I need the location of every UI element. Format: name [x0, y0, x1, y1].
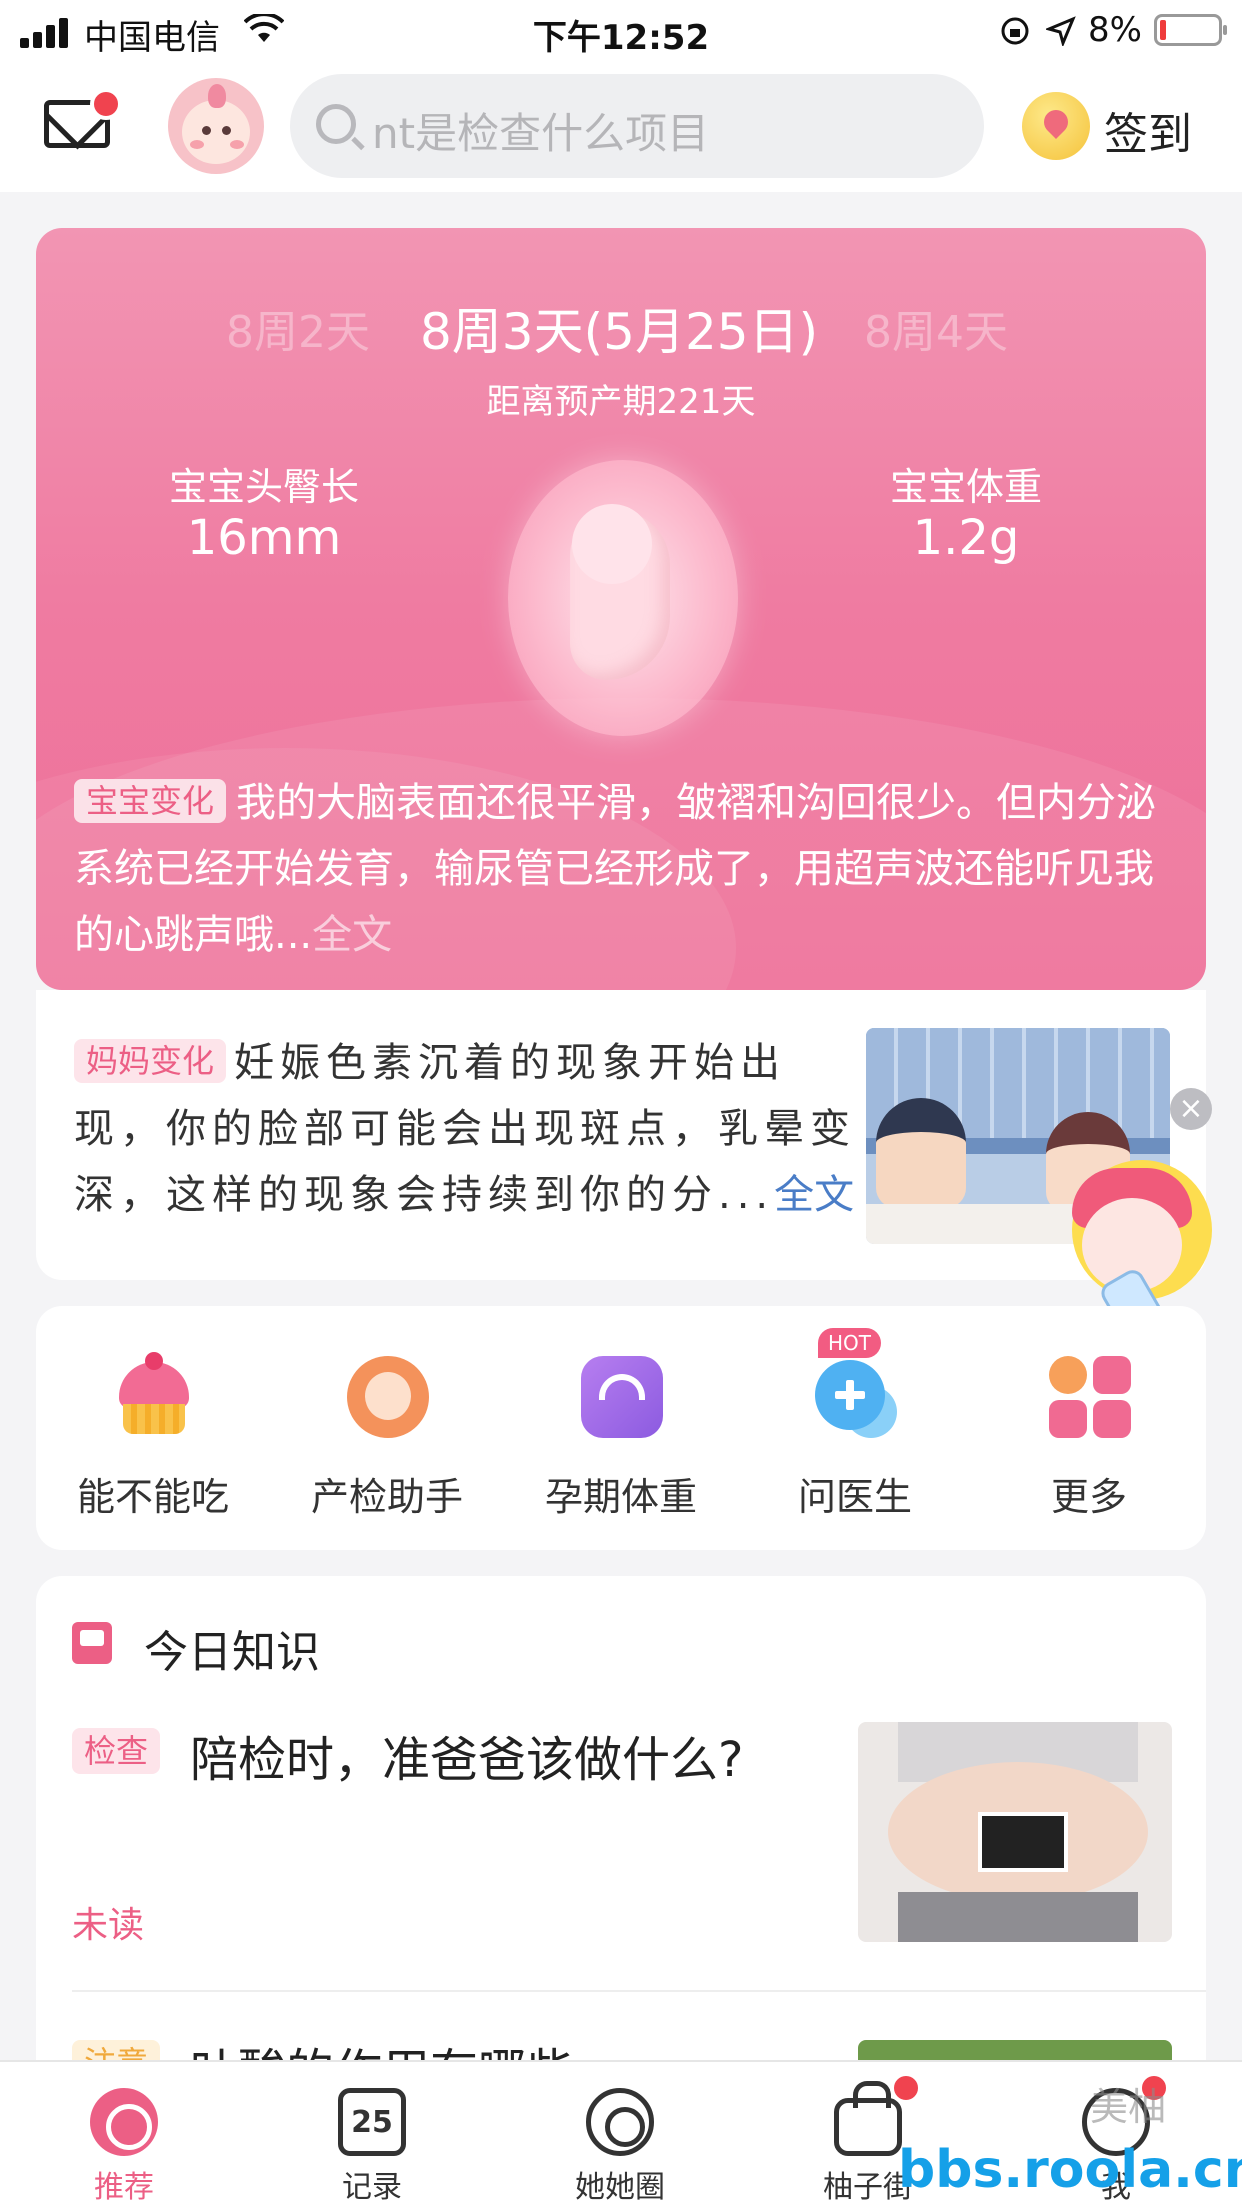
tool-label: 孕期体重: [544, 1475, 697, 1519]
tab-label: 推荐: [94, 2170, 154, 2205]
baby-change-tag: 宝宝变化: [74, 779, 227, 823]
cupcake-icon: [113, 1352, 195, 1438]
ask-doctor-icon: [815, 1356, 897, 1438]
weight-label: 宝宝体重: [889, 465, 1042, 509]
quick-tools: 能不能吃 产检助手 孕期体重 问医生 更多: [36, 1306, 1206, 1550]
tool-more[interactable]: 更多: [972, 1306, 1206, 1550]
baby-progress-card: 8周2天 8周3天(5月25日) 8周4天 距离预产期221天 宝宝头臀长 16…: [36, 228, 1206, 990]
due-countdown: 距离预产期221天: [486, 382, 756, 422]
article-status: 未读: [72, 1905, 145, 1946]
calendar-icon: 25: [338, 2088, 406, 2156]
grapefruit-icon: [90, 2088, 158, 2156]
tab-recommend[interactable]: 推荐: [0, 2062, 248, 2208]
close-icon[interactable]: ×: [1170, 1088, 1212, 1130]
mail-badge: [90, 88, 122, 120]
scale-icon: [581, 1356, 663, 1438]
shop-badge: [890, 2072, 922, 2104]
checkin-icon[interactable]: [1022, 92, 1090, 160]
tab-label: 她她圈: [575, 2170, 665, 2205]
tool-can-eat[interactable]: 能不能吃: [36, 1306, 270, 1550]
prenatal-check-icon: [347, 1356, 429, 1438]
tool-weight[interactable]: 孕期体重: [504, 1306, 738, 1550]
battery-icon: [1154, 14, 1227, 46]
week-next[interactable]: 8周4天: [864, 296, 1008, 360]
search-input[interactable]: nt是检查什么项目: [290, 74, 984, 178]
community-icon: [586, 2088, 654, 2156]
rotation-lock-icon: [1001, 17, 1029, 45]
shopping-bag-icon: [834, 2081, 902, 2156]
article-tag: 检查: [72, 1728, 161, 1774]
battery-percent: 8%: [1088, 10, 1142, 50]
watermark-brand: 美柚: [1090, 2085, 1167, 2129]
divider: [72, 1990, 1206, 1992]
embryo-illustration[interactable]: [508, 460, 738, 736]
tool-label: 更多: [1050, 1475, 1127, 1519]
tool-label: 能不能吃: [76, 1475, 229, 1519]
article-thumbnail[interactable]: [858, 1722, 1172, 1942]
tool-prenatal-check[interactable]: 产检助手: [270, 1306, 504, 1550]
tab-circle[interactable]: 她她圈: [496, 2062, 744, 2208]
weight-value: 1.2g: [912, 510, 1020, 566]
mom-change-text[interactable]: 妈妈变化 妊娠色素沉着的现象开始出现，你的脸部可能会出现斑点，乳晕变深，这样的现象…: [74, 1030, 874, 1228]
avatar[interactable]: [168, 78, 264, 174]
mom-change-more-link[interactable]: 全文: [774, 1172, 854, 1218]
baby-change-text[interactable]: 宝宝变化 我的大脑表面还很平滑，皱褶和沟回很少。但内分泌系统已经开始发育，输尿管已…: [74, 770, 1174, 968]
section-title: 今日知识: [144, 1627, 320, 1678]
length-label: 宝宝头臀长: [168, 465, 359, 509]
more-grid-icon: [1049, 1356, 1131, 1438]
status-bar: 中国电信 下午12:52 8%: [0, 0, 1242, 62]
watermark-site: bbs.roola.cn: [898, 2140, 1242, 2200]
tool-label: 产检助手: [310, 1475, 463, 1519]
location-icon: [1046, 16, 1076, 46]
tool-label: 问医生: [797, 1475, 912, 1519]
baby-change-body: 我的大脑表面还很平滑，皱褶和沟回很少。但内分泌系统已经开始发育，输尿管已经形成了…: [74, 780, 1157, 958]
hot-badge: HOT: [818, 1328, 881, 1358]
article-title[interactable]: 陪检时，准爸爸该做什么?: [190, 1720, 743, 1790]
book-icon: [72, 1622, 112, 1664]
tab-label: 记录: [342, 2170, 402, 2205]
length-value: 16mm: [186, 510, 342, 566]
mom-change-tag: 妈妈变化: [74, 1039, 227, 1083]
search-icon: [316, 104, 356, 144]
baby-change-more-link[interactable]: 全文: [312, 912, 392, 958]
checkin-button[interactable]: 签到: [1104, 98, 1192, 162]
tab-record[interactable]: 25 记录: [248, 2062, 496, 2208]
week-prev[interactable]: 8周2天: [226, 296, 370, 360]
search-placeholder: nt是检查什么项目: [372, 109, 710, 158]
week-current: 8周3天(5月25日): [420, 303, 819, 361]
